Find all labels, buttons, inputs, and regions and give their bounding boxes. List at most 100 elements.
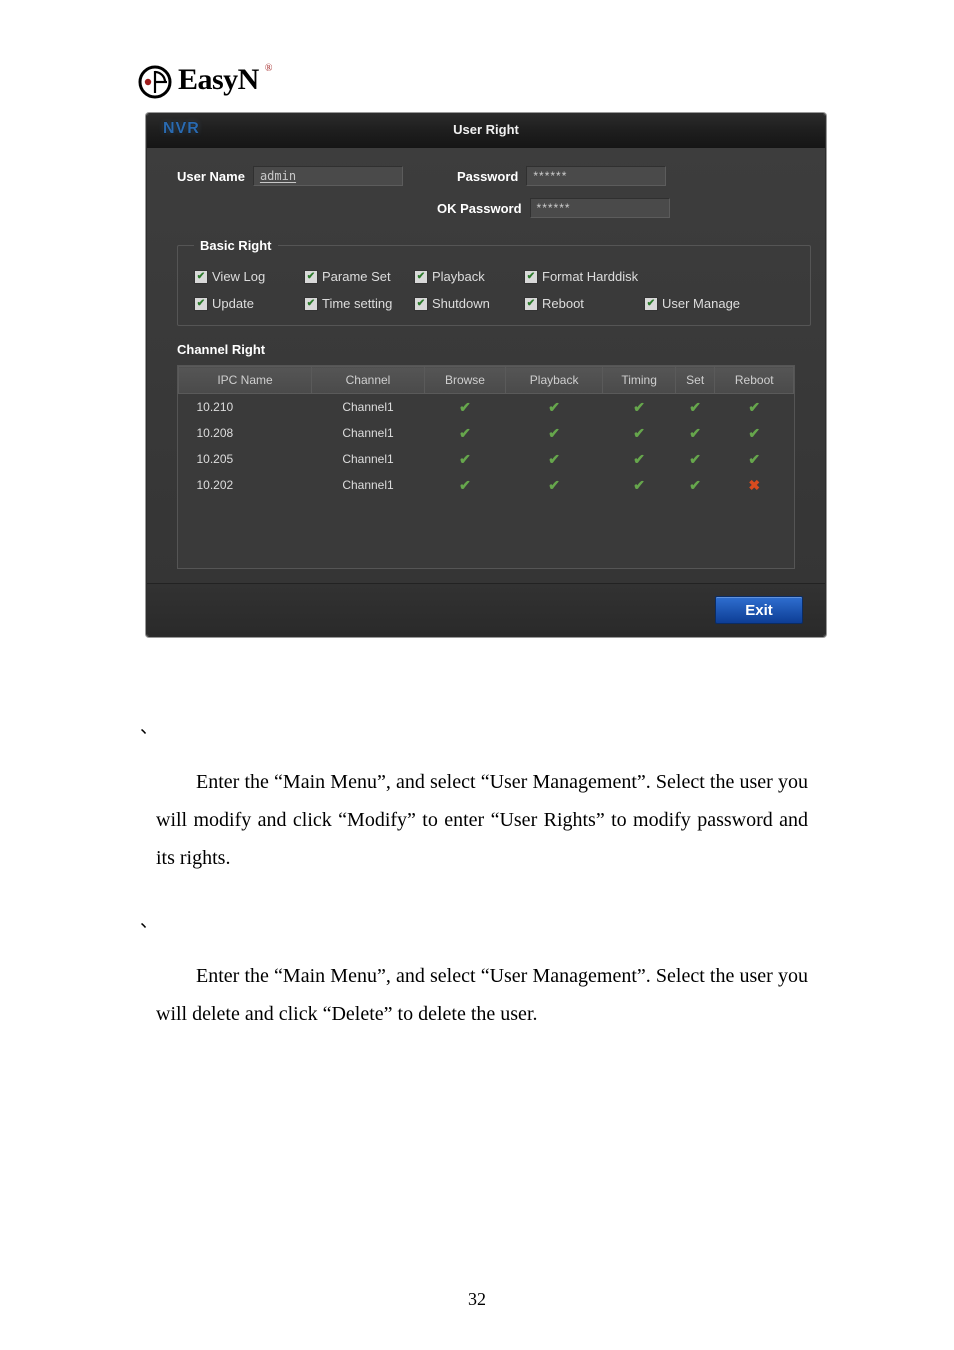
ok-password-input[interactable]: ****** — [530, 198, 670, 218]
table-row[interactable]: 10.210Channel1✔✔✔✔✔ — [179, 394, 794, 421]
table-cell: ✔ — [505, 472, 602, 498]
check-icon: ✔ — [689, 451, 701, 467]
bullet-mark: 、 — [140, 907, 824, 933]
check-icon: ✔ — [689, 477, 701, 493]
logo-icon — [138, 65, 172, 99]
table-cell: ✔ — [505, 394, 602, 421]
check-icon: ✔ — [633, 477, 645, 493]
checkbox-format-harddisk[interactable]: ✔ Format Harddisk — [524, 269, 674, 284]
table-row[interactable]: 10.208Channel1 ✔ ✔ ✔ ✔ ✔ — [179, 420, 794, 446]
check-icon: ✔ — [748, 425, 760, 441]
table-cell: Channel1 — [312, 472, 425, 498]
instruction-delete: Enter the “Main Menu”, and select “User … — [156, 957, 808, 1033]
table-cell: ✔ — [603, 420, 676, 446]
checkbox-parame-set[interactable]: ✔ Parame Set — [304, 269, 414, 284]
channel-right-table-wrap: IPC Name Channel Browse Playback Timing … — [177, 365, 795, 569]
exit-button[interactable]: Exit — [715, 596, 803, 624]
th-timing[interactable]: Timing — [603, 367, 676, 394]
table-cell: ✔ — [505, 446, 602, 472]
check-icon: ✔ — [689, 425, 701, 441]
check-icon: ✔ — [633, 399, 645, 415]
checkbox-label: Update — [212, 296, 254, 311]
instruction-modify: Enter the “Main Menu”, and select “User … — [156, 763, 808, 877]
password-input[interactable]: ****** — [526, 166, 666, 186]
checkbox-label: Playback — [432, 269, 485, 284]
table-cell: Channel1 — [312, 394, 425, 421]
table-cell: ✔ — [675, 394, 715, 421]
checkbox-label: Parame Set — [322, 269, 391, 284]
check-icon: ✔ — [459, 425, 471, 441]
check-icon: ✔ — [459, 451, 471, 467]
table-cell: ✔ — [425, 394, 506, 421]
table-cell: ✔ — [675, 446, 715, 472]
check-icon: ✔ — [194, 270, 208, 284]
check-icon: ✔ — [633, 451, 645, 467]
th-playback[interactable]: Playback — [505, 367, 602, 394]
table-cell: 10.205 — [179, 446, 312, 472]
user-right-dialog: NVR User Right User Name admin Password … — [146, 113, 826, 637]
checkbox-label: Reboot — [542, 296, 584, 311]
check-icon: ✔ — [548, 451, 560, 467]
check-icon: ✔ — [748, 451, 760, 467]
bullet-mark: 、 — [140, 713, 824, 739]
checkbox-shutdown[interactable]: ✔Shutdown — [414, 296, 524, 311]
channel-right-title: Channel Right — [177, 342, 795, 357]
check-icon: ✔ — [548, 425, 560, 441]
table-row[interactable]: 10.202Channel1✔✔✔✔✖ — [179, 472, 794, 498]
username-label: User Name — [177, 169, 245, 184]
th-browse[interactable]: Browse — [425, 367, 506, 394]
th-ipc-name[interactable]: IPC Name — [179, 367, 312, 394]
checkbox-update[interactable]: ✔ Update — [194, 296, 304, 311]
table-row[interactable]: 10.205Channel1✔✔✔✔✔ — [179, 446, 794, 472]
table-cell: ✔ — [715, 446, 794, 472]
nvr-badge: NVR — [163, 120, 200, 138]
check-icon: ✔ — [414, 270, 428, 284]
brand-logo: EasyN ® — [138, 65, 824, 99]
trademark-icon: ® — [265, 63, 273, 74]
table-cell: ✔ — [675, 420, 715, 446]
table-cell: ✔ — [603, 472, 676, 498]
th-set[interactable]: Set — [675, 367, 715, 394]
table-cell: ✔ — [425, 472, 506, 498]
checkbox-label: Shutdown — [432, 296, 490, 311]
checkbox-label: Time setting — [322, 296, 392, 311]
check-icon: ✔ — [633, 425, 645, 441]
checkbox-view-log[interactable]: ✔ View Log — [194, 269, 304, 284]
checkbox-time-setting[interactable]: ✔ Time setting — [304, 296, 414, 311]
table-cell: ✔ — [425, 446, 506, 472]
th-reboot[interactable]: Reboot — [715, 367, 794, 394]
check-icon: ✔ — [524, 270, 538, 284]
check-icon: ✔ — [548, 477, 560, 493]
table-cell: Channel1 — [312, 420, 425, 446]
checkbox-label: Format Harddisk — [542, 269, 638, 284]
page-number: 32 — [468, 1289, 486, 1310]
exit-button-label: Exit — [745, 602, 773, 619]
table-cell: ✔ — [505, 420, 602, 446]
check-icon: ✔ — [304, 270, 318, 284]
table-cell: ✔ — [425, 420, 506, 446]
check-icon: ✔ — [194, 297, 208, 311]
check-icon: ✔ — [524, 297, 538, 311]
th-channel[interactable]: Channel — [312, 367, 425, 394]
table-cell: ✔ — [715, 394, 794, 421]
logo-text: EasyN — [178, 63, 259, 97]
checkbox-label: User Manage — [662, 296, 740, 311]
username-input[interactable]: admin — [253, 166, 403, 186]
channel-right-table: IPC Name Channel Browse Playback Timing … — [178, 366, 794, 498]
check-icon: ✔ — [548, 399, 560, 415]
table-cell: 10.208 — [179, 420, 312, 446]
dialog-title: User Right — [453, 122, 519, 137]
check-icon: ✔ — [644, 297, 658, 311]
table-cell: ✔ — [675, 472, 715, 498]
checkbox-user-manage[interactable]: ✔ User Manage — [644, 296, 794, 311]
checkbox-reboot[interactable]: ✔ Reboot — [524, 296, 644, 311]
table-header-row: IPC Name Channel Browse Playback Timing … — [179, 367, 794, 394]
table-cell: ✖ — [715, 472, 794, 498]
password-label: Password — [457, 169, 518, 184]
checkbox-playback[interactable]: ✔ Playback — [414, 269, 524, 284]
check-icon: ✔ — [459, 477, 471, 493]
check-icon: ✔ — [689, 399, 701, 415]
check-icon: ✔ — [304, 297, 318, 311]
dialog-title-bar: NVR User Right — [147, 114, 825, 148]
checkbox-label: View Log — [212, 269, 265, 284]
